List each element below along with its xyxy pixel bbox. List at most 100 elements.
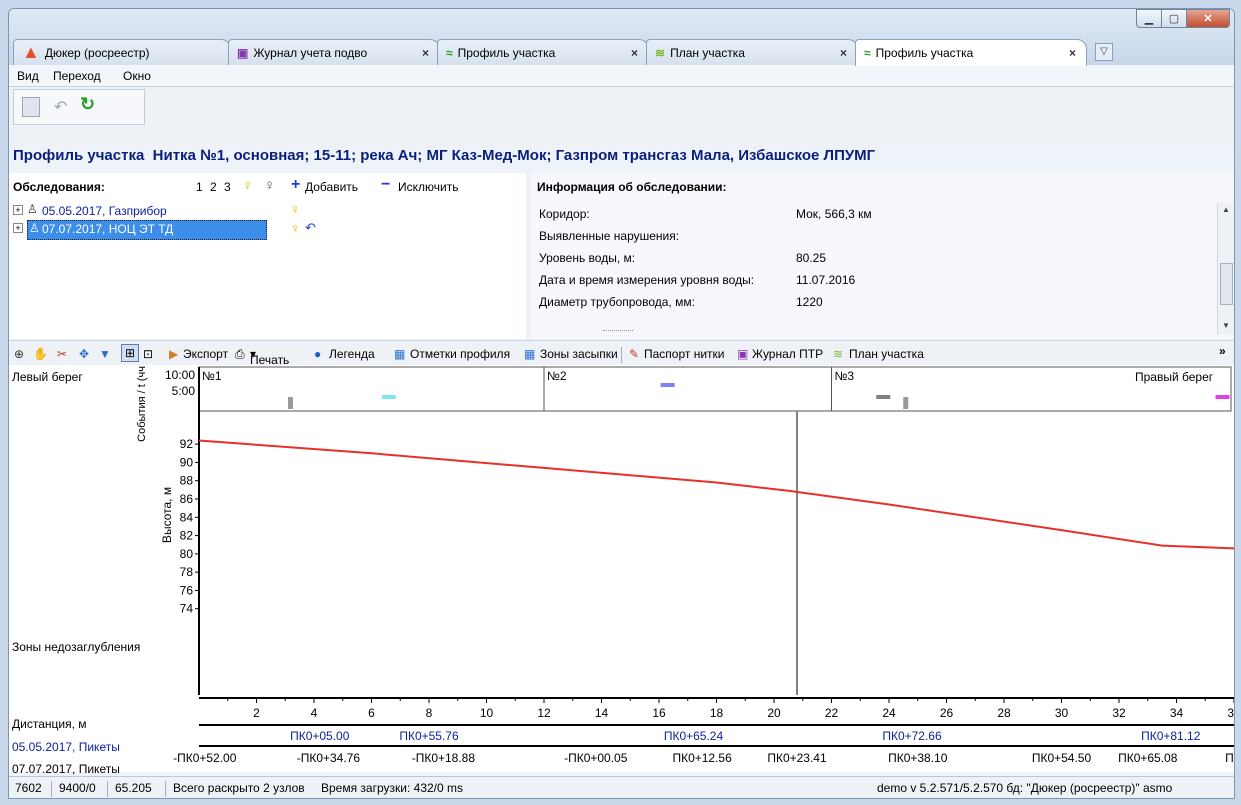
add-button[interactable]: Добавить <box>305 180 358 194</box>
event-mark <box>1215 395 1230 399</box>
tab-profile-2[interactable]: ≈ Профиль участка × <box>855 39 1087 66</box>
picket-label: ПК0+81.12 <box>1141 729 1201 743</box>
plan-button[interactable]: План участка <box>849 347 924 361</box>
scroll-up-icon[interactable]: ▲ <box>1222 205 1230 214</box>
filter-icon[interactable]: ▼ <box>99 347 111 361</box>
status-count: 9400/0 <box>59 781 96 795</box>
journal-icon: ▣ <box>237 45 249 60</box>
info-value: 1220 <box>796 295 823 309</box>
survey-info-panel: Информация об обследовании: Коридор: Мок… <box>531 173 1234 339</box>
y-tick-label: 88 <box>180 474 194 488</box>
height-axis-title: Высота, м <box>160 487 174 543</box>
info-title: Информация об обследовании: <box>537 180 727 194</box>
right-bank-label: Правый берег <box>1135 370 1214 384</box>
lightbulb-off-icon[interactable]: ♀ <box>264 177 275 194</box>
maximize-button[interactable]: ▢ <box>1161 9 1187 28</box>
info-scrollbar[interactable]: ▲ ▼ <box>1217 203 1234 335</box>
chart-toolbar: ⊕ ✋ ✂ ✥ ▼ ⊞ ⊡ ▶ Экспорт ⎙ Печать ▾ ● Лег… <box>9 340 1234 367</box>
close-window-button[interactable]: ✕ <box>1186 9 1230 28</box>
tab-list-dropdown-icon[interactable]: ▽ <box>1095 43 1113 61</box>
undo-icon[interactable]: ↶ <box>54 97 67 117</box>
tab-duker[interactable]: ▲ Дюкер (росреестр) <box>13 39 231 65</box>
expand-icon[interactable]: + <box>13 205 23 215</box>
menu-view[interactable]: Вид <box>17 69 39 83</box>
x-tick-label: 4 <box>311 706 318 720</box>
passport-icon[interactable]: ✎ <box>629 347 639 361</box>
distance-axis-label: Дистанция, м <box>12 717 87 731</box>
journal-button[interactable]: Журнал ПТР <box>752 347 823 361</box>
survey-num-3[interactable]: 3 <box>224 180 231 194</box>
lightbulb-on-icon[interactable]: ♀ <box>242 177 253 194</box>
menu-window[interactable]: Окно <box>123 69 151 83</box>
close-tab-icon[interactable]: × <box>631 46 638 60</box>
grid-toggle-icon[interactable]: ⊞ <box>121 344 139 362</box>
event-tick-label: 10:00 <box>165 368 195 382</box>
info-icon[interactable]: ● <box>314 347 321 361</box>
info-key: Уровень воды, м: <box>539 251 636 265</box>
page-title: Профиль участка Нитка №1, основная; 15-1… <box>13 147 875 164</box>
pan-icon[interactable]: ✋ <box>33 347 48 361</box>
overflow-chevron-icon[interactable]: » <box>1219 344 1226 358</box>
close-tab-icon[interactable]: × <box>422 46 429 60</box>
x-tick-label: 30 <box>1055 706 1069 720</box>
crop-icon[interactable]: ⊡ <box>143 347 153 361</box>
profile-chart-svg[interactable]: №1 №2 №310:005:0074767880828486889092Высот… <box>9 365 1234 772</box>
info-row: Дата и время измерения уровня воды: 11.0… <box>539 273 1179 287</box>
survey-num-2[interactable]: 2 <box>210 180 217 194</box>
journal-icon[interactable]: ▣ <box>737 347 748 361</box>
info-row: Уровень воды, м: 80.25 <box>539 251 1179 265</box>
close-tab-icon[interactable]: × <box>840 46 847 60</box>
scroll-down-icon[interactable]: ▼ <box>1222 321 1230 330</box>
fill-zones-button[interactable]: Зоны засыпки <box>540 347 618 361</box>
y-tick-label: 80 <box>180 547 194 561</box>
passport-button[interactable]: Паспорт нитки <box>644 347 725 361</box>
survey-num-1[interactable]: 1 <box>196 180 203 194</box>
export-icon[interactable]: ▶ <box>169 347 178 361</box>
event-tick-label: 5:00 <box>172 384 196 398</box>
toolbar-group: ↶ ↻ <box>13 89 145 125</box>
tab-plan[interactable]: ≋ План участка × <box>646 39 858 65</box>
save-icon[interactable] <box>22 97 40 117</box>
zoom-icon[interactable]: ⊕ <box>14 347 24 361</box>
profile-marks-button[interactable]: Отметки профиля <box>410 347 510 361</box>
picket-label: -ПК0+18.88 <box>412 751 476 765</box>
section-label: №3 <box>835 369 855 383</box>
x-tick-label: 12 <box>537 706 551 720</box>
remove-button[interactable]: Исключить <box>398 180 458 194</box>
page-title-prefix: Профиль участка <box>13 147 145 164</box>
expand-icon[interactable]: + <box>13 223 23 233</box>
x-tick-label: 34 <box>1170 706 1184 720</box>
title-bar: ▁ ▢ ✕ ▲ Дюкер (росреестр) ▣ Журнал учета… <box>9 9 1234 66</box>
separator <box>107 781 108 797</box>
tree-item[interactable]: + ♙ 05.05.2017, Газприбор ♀ <box>13 201 313 219</box>
export-button[interactable]: Экспорт <box>183 347 228 361</box>
table-icon[interactable]: ▦ <box>394 347 405 361</box>
measure-icon[interactable]: ✂ <box>57 347 67 361</box>
table-icon[interactable]: ▦ <box>524 347 535 361</box>
print-button[interactable]: Печать ▾ <box>250 347 289 367</box>
app-window: ▁ ▢ ✕ ▲ Дюкер (росреестр) ▣ Журнал учета… <box>8 8 1235 799</box>
minimize-button[interactable]: ▁ <box>1136 9 1162 28</box>
tab-label: Профиль участка <box>875 46 974 60</box>
tab-journal[interactable]: ▣ Журнал учета подво × <box>228 39 440 65</box>
splitter-handle[interactable] <box>603 330 633 333</box>
close-tab-icon[interactable]: × <box>1069 46 1076 60</box>
separator <box>51 781 52 797</box>
fit-icon[interactable]: ✥ <box>79 347 89 361</box>
refresh-icon[interactable]: ↻ <box>80 94 95 115</box>
profile-chart[interactable]: №1 №2 №3 10:00 5:00 74 76 78 80 82 84 86 88 90 92 Высот… <box>9 365 1234 776</box>
tab-label: Журнал учета подво <box>253 45 368 60</box>
legend-button[interactable]: Легенда <box>329 347 375 361</box>
info-value: 11.07.2016 <box>796 273 856 287</box>
tree-item[interactable]: + ♙ 07.07.2017, НОЦ ЭТ ТД ♀ ↶ <box>13 220 333 240</box>
menu-navigate[interactable]: Переход <box>53 69 101 83</box>
remove-icon[interactable]: − <box>381 176 390 194</box>
add-icon[interactable]: + <box>291 176 300 194</box>
x-tick-label: 24 <box>882 706 896 720</box>
info-value: 80.25 <box>796 251 827 265</box>
scroll-thumb[interactable] <box>1220 263 1233 305</box>
picket-label: -ПК0+34.76 <box>297 751 361 765</box>
plan-layers-icon[interactable]: ≋ <box>833 347 843 361</box>
tab-profile-1[interactable]: ≈ Профиль участка × <box>437 39 649 65</box>
print-icon[interactable]: ⎙ <box>235 347 245 362</box>
